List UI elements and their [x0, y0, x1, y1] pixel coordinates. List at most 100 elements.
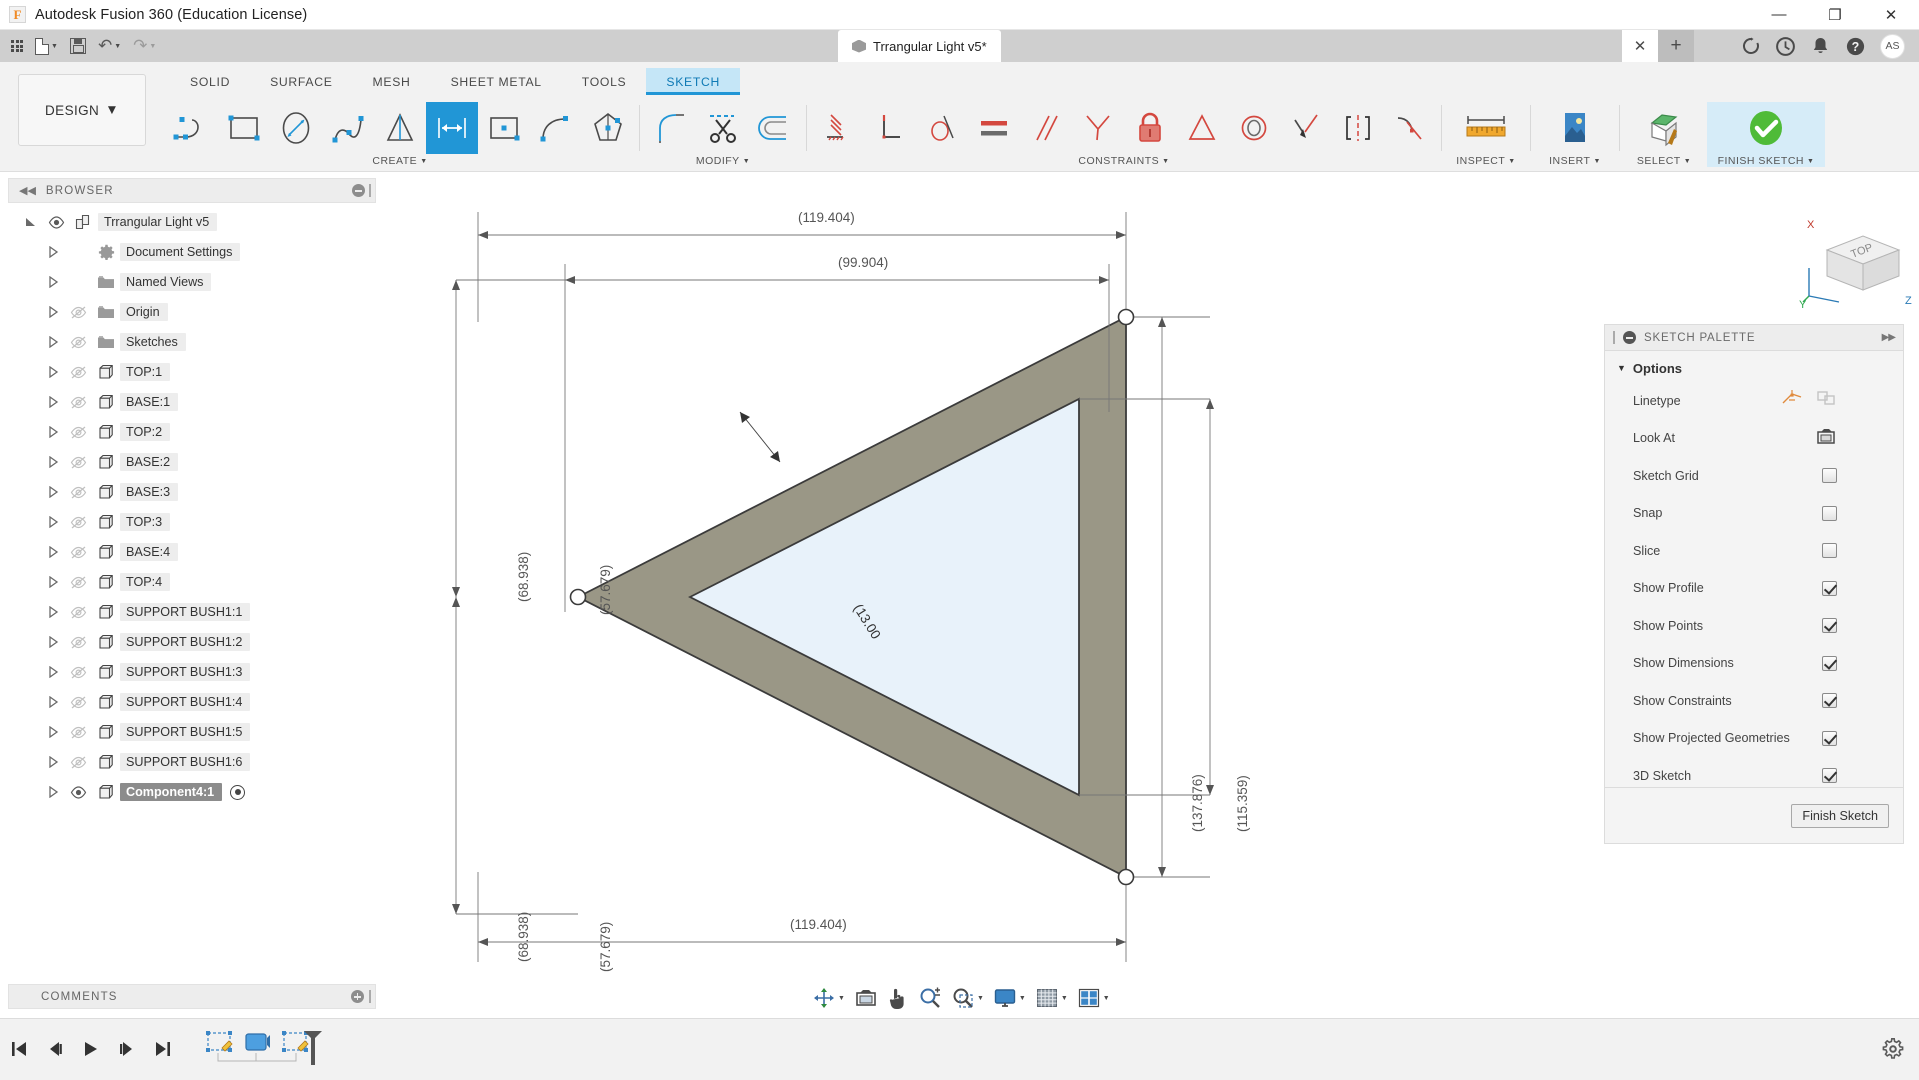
- offset-tool[interactable]: [749, 102, 801, 154]
- options-section-header[interactable]: ▼ Options: [1605, 351, 1903, 382]
- view-cube[interactable]: TOP X Z Y: [1795, 216, 1915, 312]
- checkbox-show-points[interactable]: [1822, 618, 1837, 634]
- tangent-constraint[interactable]: [916, 102, 968, 154]
- dimension-left-outer-lower-height[interactable]: (68.938): [516, 912, 531, 962]
- undo-button[interactable]: ↶ ▼: [93, 35, 126, 58]
- visibility-eye-off-icon[interactable]: [64, 696, 92, 709]
- browser-item-trrangular-light-v5[interactable]: Trrangular Light v5: [8, 207, 376, 237]
- redo-button[interactable]: ↷ ▼: [128, 35, 161, 58]
- checkbox-show-dimensions[interactable]: [1822, 655, 1837, 671]
- expand-triangle-icon[interactable]: [42, 606, 64, 618]
- timeline-go-to-end[interactable]: [152, 1038, 174, 1060]
- expand-triangle-icon[interactable]: [42, 576, 64, 588]
- document-tab[interactable]: Trrangular Light v5*: [838, 30, 1001, 62]
- expand-triangle-icon[interactable]: [42, 516, 64, 528]
- close-window-button[interactable]: ✕: [1863, 0, 1919, 30]
- display-settings[interactable]: ▼: [989, 983, 1030, 1013]
- finish-sketch-button[interactable]: Finish Sketch: [1791, 803, 1889, 828]
- sketch-drawing[interactable]: [450, 172, 1750, 972]
- visibility-eye-off-icon[interactable]: [64, 636, 92, 649]
- design-workspace-selector[interactable]: DESIGN ▼: [18, 74, 146, 146]
- browser-item-top-2[interactable]: TOP:2: [8, 417, 376, 447]
- symmetry-constraint[interactable]: [1332, 102, 1384, 154]
- checkbox-show-constraints[interactable]: [1822, 693, 1837, 709]
- expand-triangle-icon[interactable]: [42, 486, 64, 498]
- browser-item-support-bush1-3[interactable]: SUPPORT BUSH1:3: [8, 657, 376, 687]
- expand-triangle-icon[interactable]: [42, 756, 64, 768]
- comments-grip-handle[interactable]: [369, 990, 371, 1003]
- avatar[interactable]: AS: [1880, 33, 1905, 59]
- job-status-icon[interactable]: [1740, 36, 1761, 57]
- timeline-step-back[interactable]: [44, 1038, 66, 1060]
- browser-item-named-views[interactable]: Named Views: [8, 267, 376, 297]
- expand-triangle-icon[interactable]: [42, 666, 64, 678]
- expand-triangle-icon[interactable]: [42, 636, 64, 648]
- line-tool[interactable]: [166, 102, 218, 154]
- browser-item-base-4[interactable]: BASE:4: [8, 537, 376, 567]
- expand-triangle-icon[interactable]: [42, 786, 64, 798]
- visibility-eye-off-icon[interactable]: [64, 726, 92, 739]
- expand-palette-icon[interactable]: ▶▶: [1882, 332, 1896, 343]
- measure-tool[interactable]: [1447, 102, 1525, 154]
- browser-item-support-bush1-5[interactable]: SUPPORT BUSH1:5: [8, 717, 376, 747]
- checkbox-show-projected-geometries[interactable]: [1822, 730, 1837, 746]
- zoom-tool[interactable]: [914, 983, 946, 1013]
- circle-tool[interactable]: [270, 102, 322, 154]
- tab-sketch[interactable]: SKETCH: [646, 68, 741, 95]
- expand-triangle-icon[interactable]: [42, 366, 64, 378]
- visibility-eye-off-icon[interactable]: [64, 666, 92, 679]
- viewport-layout[interactable]: ▼: [1073, 984, 1114, 1012]
- dimension-left-inner-upper-height[interactable]: (57.679): [598, 565, 613, 615]
- minimize-button[interactable]: —: [1751, 0, 1807, 30]
- expand-triangle-icon[interactable]: [42, 426, 64, 438]
- checkbox-3d-sketch[interactable]: [1822, 768, 1837, 784]
- finish-sketch-tool[interactable]: [1707, 102, 1825, 154]
- look-at-tool[interactable]: [850, 984, 882, 1012]
- expand-triangle-icon[interactable]: [42, 276, 64, 288]
- checkbox-snap[interactable]: [1822, 505, 1837, 521]
- dimension-top-inner-width[interactable]: (99.904): [838, 255, 888, 270]
- browser-item-base-1[interactable]: BASE:1: [8, 387, 376, 417]
- visibility-eye-off-icon[interactable]: [64, 576, 92, 589]
- browser-item-support-bush1-4[interactable]: SUPPORT BUSH1:4: [8, 687, 376, 717]
- trim-tool[interactable]: [697, 102, 749, 154]
- midpoint-constraint[interactable]: [1176, 102, 1228, 154]
- fillet-tool[interactable]: [645, 102, 697, 154]
- expand-triangle-open-icon[interactable]: [20, 216, 42, 228]
- notifications-bell-icon[interactable]: [1810, 36, 1831, 57]
- palette-grip-handle[interactable]: [1613, 331, 1615, 344]
- visibility-eye-off-icon[interactable]: [64, 426, 92, 439]
- browser-grip-handle[interactable]: [369, 184, 371, 197]
- visibility-eye-icon[interactable]: [42, 215, 70, 229]
- browser-item-support-bush1-2[interactable]: SUPPORT BUSH1:2: [8, 627, 376, 657]
- visibility-eye-off-icon[interactable]: [64, 456, 92, 469]
- rectangular-pattern-tool[interactable]: [426, 102, 478, 154]
- dimension-left-outer-upper-height[interactable]: (68.938): [516, 552, 531, 602]
- new-tab-button[interactable]: +: [1658, 30, 1694, 62]
- recent-history-icon[interactable]: [1775, 36, 1796, 57]
- minimize-browser-icon[interactable]: [352, 184, 365, 197]
- concentric-constraint[interactable]: [1228, 102, 1280, 154]
- visibility-eye-off-icon[interactable]: [64, 606, 92, 619]
- help-icon[interactable]: ?: [1845, 36, 1866, 57]
- curvature-constraint[interactable]: [1384, 102, 1436, 154]
- visibility-eye-off-icon[interactable]: [64, 396, 92, 409]
- visibility-eye-off-icon[interactable]: [64, 366, 92, 379]
- expand-triangle-icon[interactable]: [42, 336, 64, 348]
- browser-item-base-3[interactable]: BASE:3: [8, 477, 376, 507]
- look-at-icon[interactable]: [1815, 426, 1837, 451]
- browser-item-top-4[interactable]: TOP:4: [8, 567, 376, 597]
- visibility-eye-off-icon[interactable]: [64, 486, 92, 499]
- polygon-tool[interactable]: [582, 102, 634, 154]
- expand-triangle-icon[interactable]: [42, 306, 64, 318]
- tab-tools[interactable]: TOOLS: [562, 68, 647, 95]
- expand-triangle-icon[interactable]: [42, 456, 64, 468]
- orbit-tool[interactable]: ▼: [808, 983, 849, 1013]
- perpendicular-constraint[interactable]: [864, 102, 916, 154]
- expand-triangle-icon[interactable]: [42, 696, 64, 708]
- browser-item-sketches[interactable]: Sketches: [8, 327, 376, 357]
- timeline-go-to-beginning[interactable]: [8, 1038, 30, 1060]
- dimension-right-inner-height[interactable]: (115.359): [1235, 775, 1250, 832]
- collapse-browser-icon[interactable]: ◀◀: [19, 184, 36, 197]
- browser-item-document-settings[interactable]: Document Settings: [8, 237, 376, 267]
